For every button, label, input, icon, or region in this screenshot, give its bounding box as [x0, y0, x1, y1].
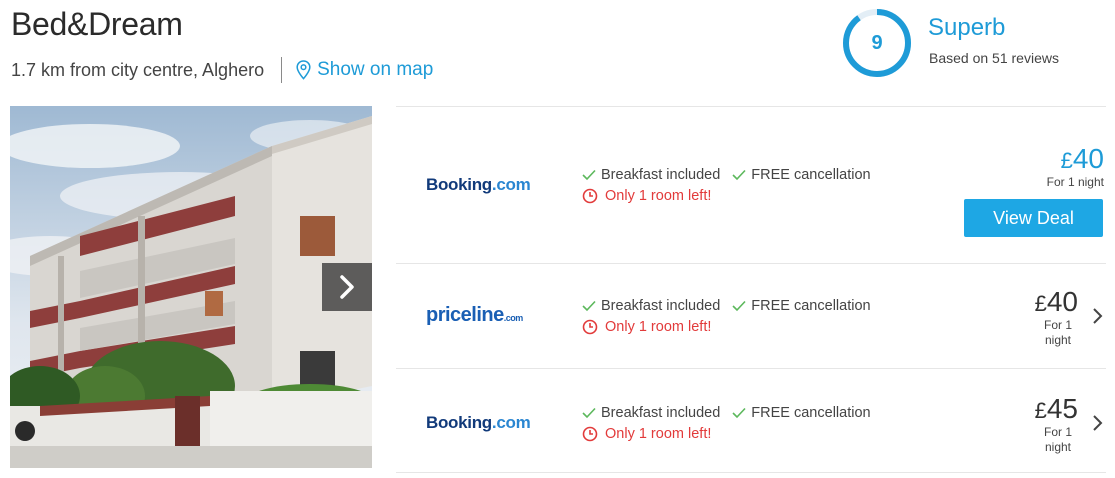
scarcity-label: Only 1 room left! — [605, 318, 712, 335]
check-icon — [582, 300, 596, 311]
hotel-name: Bed&Dream — [11, 6, 183, 42]
show-on-map-link[interactable]: Show on map — [296, 59, 433, 81]
map-pin-icon — [296, 60, 311, 80]
amenities: Breakfast included FREE cancellation Onl… — [582, 295, 883, 337]
amenity-breakfast: Breakfast included — [582, 167, 720, 183]
logo-suffix: .com — [491, 413, 531, 432]
check-icon — [732, 300, 746, 311]
logo-text: priceline — [426, 304, 504, 326]
price-value: 40 — [1072, 143, 1104, 174]
amenity-label: Breakfast included — [601, 404, 721, 421]
chevron-right-icon[interactable] — [1092, 307, 1104, 325]
hotel-location: 1.7 km from city centre, Alghero — [11, 59, 265, 80]
amenity-breakfast: Breakfast included — [582, 298, 720, 314]
price-block: £45 For 1 night — [1035, 395, 1078, 455]
amenity-breakfast: Breakfast included — [582, 405, 720, 421]
check-icon — [732, 169, 746, 180]
amenity-label: FREE cancellation — [751, 404, 871, 421]
per-night-label: For 1 night — [1043, 425, 1072, 454]
deal-price: £45 — [1035, 395, 1078, 423]
provider-logo-priceline[interactable]: priceline.com — [426, 304, 523, 327]
amenity-label: FREE cancellation — [751, 166, 871, 183]
currency: £ — [1034, 291, 1047, 316]
deals-list: Booking.com Breakfast included FREE canc… — [396, 106, 1106, 473]
logo-suffix: .com — [503, 313, 524, 323]
price-value: 40 — [1046, 286, 1078, 317]
scarcity-notice: Only 1 room left! — [582, 185, 883, 206]
logo-text: Booking — [426, 413, 492, 432]
check-icon — [582, 169, 596, 180]
deal-price: £40 — [1047, 145, 1104, 173]
per-night-label: For 1 night — [1046, 175, 1104, 189]
price-block: £40 For 1 night — [1046, 145, 1104, 190]
clock-icon — [582, 188, 598, 203]
hotel-photo[interactable] — [10, 106, 372, 468]
clock-icon — [582, 319, 598, 334]
amenity-cancellation: FREE cancellation — [732, 166, 871, 183]
scarcity-label: Only 1 room left! — [605, 187, 712, 204]
amenity-cancellation: FREE cancellation — [732, 297, 871, 314]
show-on-map-label: Show on map — [317, 59, 434, 80]
provider-logo-booking[interactable]: Booking.com — [426, 175, 531, 195]
price-value: 45 — [1046, 393, 1078, 424]
per-night-label: For 1 night — [1043, 318, 1072, 347]
amenity-cancellation: FREE cancellation — [732, 404, 871, 421]
check-icon — [732, 407, 746, 418]
view-deal-button[interactable]: View Deal — [964, 199, 1103, 237]
logo-suffix: .com — [491, 175, 531, 194]
deal-row: Booking.com Breakfast included FREE canc… — [396, 106, 1106, 263]
currency: £ — [1034, 398, 1047, 423]
rating-label: Superb — [928, 14, 1006, 41]
scarcity-notice: Only 1 room left! — [582, 316, 883, 337]
deal-row: priceline.com Breakfast included FREE ca… — [396, 263, 1106, 368]
amenity-label: Breakfast included — [601, 166, 721, 183]
amenity-label: FREE cancellation — [751, 297, 871, 314]
clock-icon — [582, 426, 598, 441]
deal-row: Booking.com Breakfast included FREE canc… — [396, 368, 1106, 473]
check-icon — [582, 407, 596, 418]
price-block: £40 For 1 night — [1035, 288, 1078, 348]
rating-badge: 9 — [842, 8, 912, 78]
amenities: Breakfast included FREE cancellation Onl… — [582, 164, 883, 206]
review-count: Based on 51 reviews — [929, 50, 1059, 66]
divider — [281, 57, 283, 83]
chevron-right-icon[interactable] — [1092, 414, 1104, 432]
currency: £ — [1060, 148, 1073, 173]
scarcity-notice: Only 1 room left! — [582, 423, 883, 444]
scarcity-label: Only 1 room left! — [605, 425, 712, 442]
amenity-label: Breakfast included — [601, 297, 721, 314]
deal-price: £40 — [1035, 288, 1078, 316]
logo-text: Booking — [426, 175, 492, 194]
amenities: Breakfast included FREE cancellation Onl… — [582, 402, 883, 444]
rating-score: 9 — [871, 31, 883, 54]
location-row: 1.7 km from city centre, Alghero Show on… — [11, 57, 433, 83]
chevron-right-icon — [340, 275, 354, 299]
provider-logo-booking[interactable]: Booking.com — [426, 413, 531, 433]
photo-next-button[interactable] — [322, 263, 372, 311]
